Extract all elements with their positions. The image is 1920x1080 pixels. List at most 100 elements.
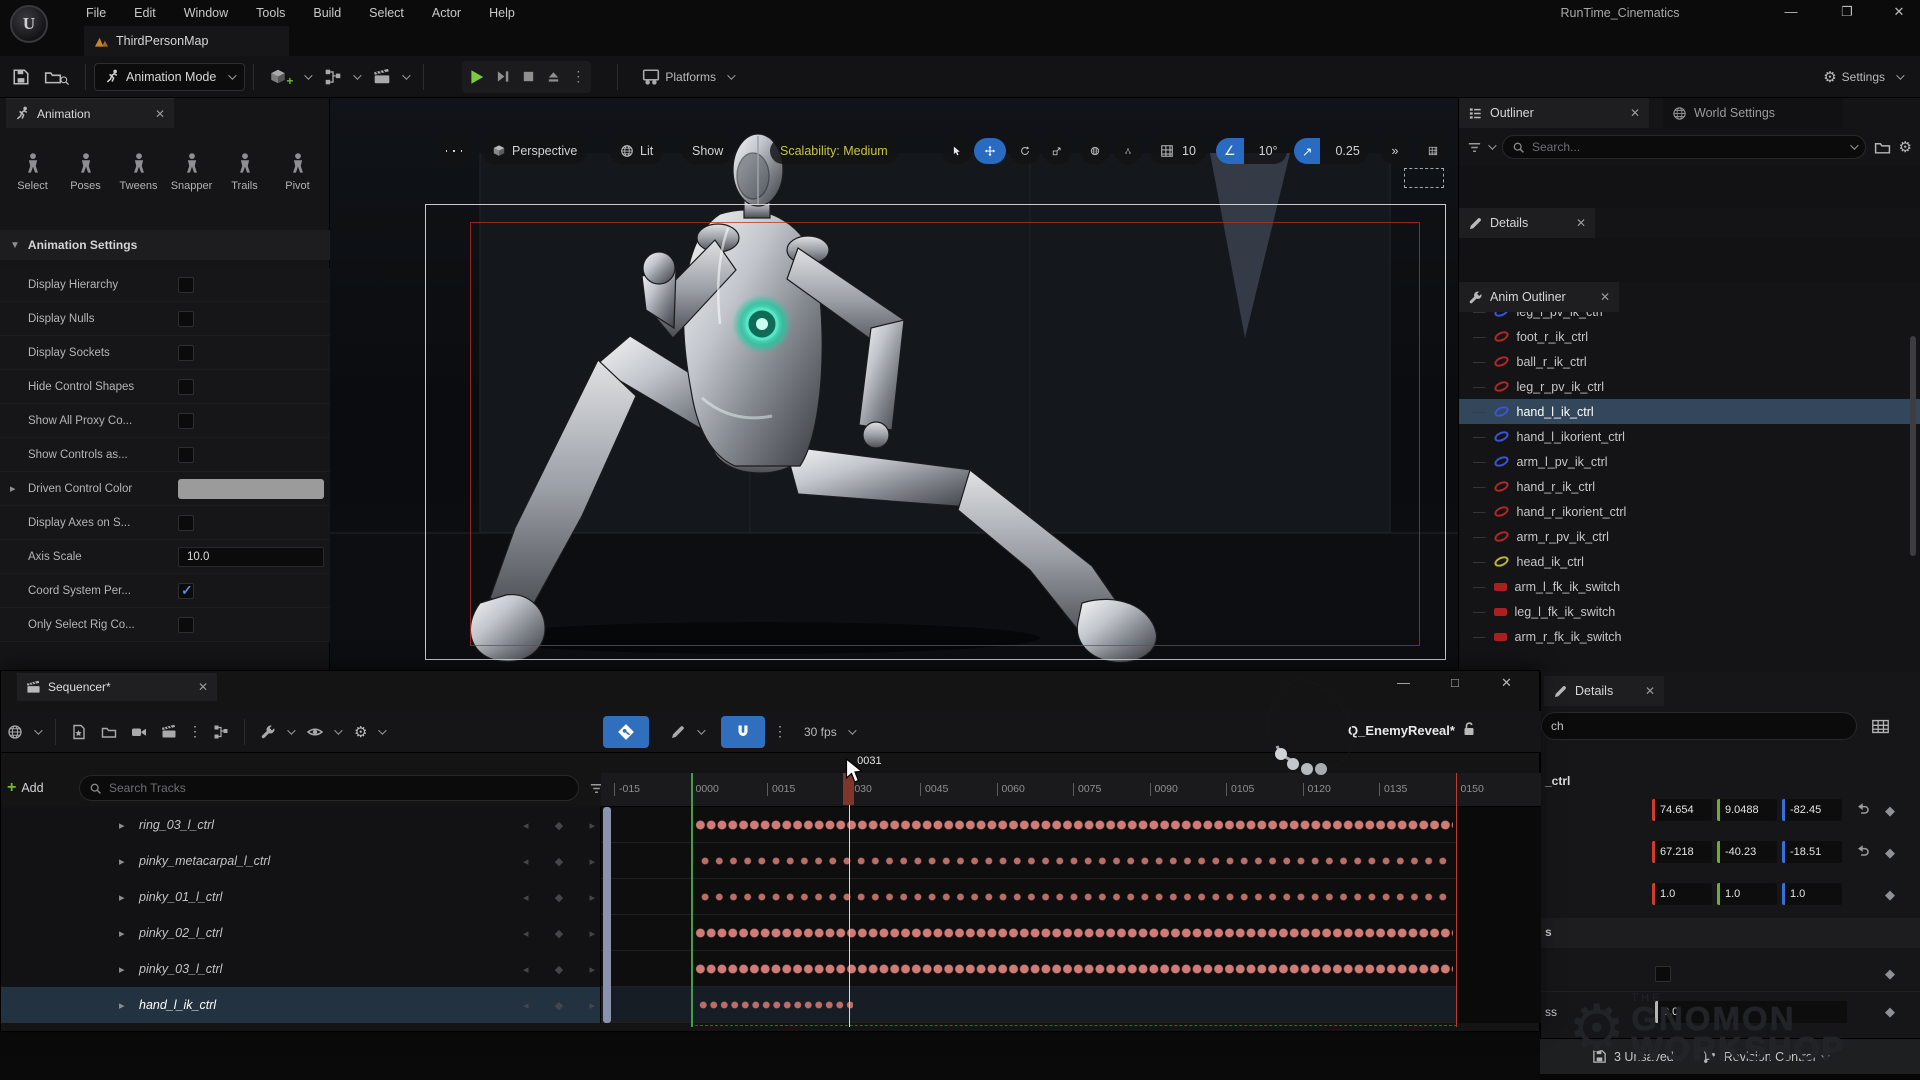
lock-open-icon[interactable] — [1461, 721, 1477, 737]
keyframe-diamond-icon[interactable]: ◆ — [1885, 887, 1895, 903]
anim-outliner-item[interactable]: —head_ik_ctrl — [1459, 549, 1920, 574]
anim-outliner-item[interactable]: —ball_r_ik_ctrl — [1459, 349, 1920, 374]
setting-checkbox[interactable] — [178, 515, 194, 531]
keyframe-diamond-icon[interactable]: ◆ — [1885, 803, 1895, 819]
tab-world-settings[interactable]: World Settings — [1663, 98, 1843, 128]
keyframe-diamond-icon[interactable]: ◆ — [1885, 845, 1895, 861]
track-name-cell[interactable]: ▸pinky_01_l_ctrl◂◆▸ — [1, 879, 601, 915]
tool-pivot[interactable]: Pivot — [273, 142, 323, 220]
sequencer-maximize-button[interactable]: □ — [1451, 675, 1459, 690]
track-name-cell[interactable]: ▸ring_03_l_ctrl◂◆▸ — [1, 807, 601, 843]
close-icon[interactable]: ✕ — [155, 107, 165, 121]
playhead-line[interactable] — [849, 773, 850, 1027]
details-search-input[interactable]: ch — [1541, 712, 1857, 740]
revision-control-label[interactable]: Revision Control — [1724, 1050, 1816, 1064]
menu-help[interactable]: Help — [489, 6, 515, 20]
keyframe-dots[interactable] — [698, 886, 1449, 908]
menu-build[interactable]: Build — [313, 6, 341, 20]
axis-value-input[interactable]: 1.0 — [1652, 883, 1712, 905]
auto-key-button[interactable] — [603, 716, 649, 748]
next-key-icon[interactable]: ▸ — [589, 855, 595, 868]
sequencer-close-button[interactable]: ✕ — [1501, 675, 1512, 691]
axis-value-input[interactable]: 74.654 — [1652, 799, 1712, 821]
scale-snap-button[interactable]: ↗0.25 — [1294, 138, 1369, 164]
expand-arrow-icon[interactable]: ▸ — [119, 927, 125, 940]
play-button[interactable] — [468, 68, 486, 86]
surface-snap-button[interactable] — [1114, 138, 1142, 164]
browse-sequence-button[interactable] — [101, 724, 117, 740]
next-key-icon[interactable]: ▸ — [589, 819, 595, 832]
setting-checkbox[interactable] — [178, 345, 194, 361]
menu-window[interactable]: Window — [184, 6, 228, 20]
axis-value-input[interactable]: -82.45 — [1782, 799, 1842, 821]
add-actor-dropdown[interactable]: + — [269, 66, 310, 88]
breakout-button[interactable] — [213, 724, 229, 740]
outliner-search-input[interactable]: Search... — [1502, 135, 1866, 159]
track-scrollbar[interactable] — [603, 807, 611, 1023]
anim-outliner-scrollbar[interactable] — [1910, 336, 1916, 556]
rotation-snap-button[interactable]: ∠10° — [1216, 138, 1287, 164]
axis-value-input[interactable]: 1.0 — [1782, 883, 1842, 905]
display-grid-icon[interactable] — [1871, 717, 1890, 736]
snap-toggle-button[interactable] — [721, 716, 765, 748]
prev-key-icon[interactable]: ◂ — [523, 999, 529, 1012]
tools-dropdown[interactable] — [260, 724, 293, 740]
anim-outliner-item[interactable]: —hand_r_ik_ctrl — [1459, 474, 1920, 499]
track-row-pinky_01_l_ctrl[interactable]: ▸pinky_01_l_ctrl◂◆▸ — [1, 879, 1541, 915]
close-icon[interactable]: ✕ — [1600, 290, 1610, 304]
perspective-dropdown[interactable]: Perspective — [482, 138, 587, 164]
add-key-icon[interactable]: ◆ — [555, 891, 563, 904]
stop-button[interactable] — [521, 69, 536, 84]
outliner-settings-gear-icon[interactable]: ⚙ — [1899, 138, 1912, 156]
tool-trails[interactable]: Trails — [220, 142, 270, 220]
setting-checkbox[interactable] — [178, 311, 194, 327]
camera-button[interactable] — [131, 724, 147, 740]
axis-value-input[interactable]: -40.23 — [1717, 841, 1777, 863]
setting-checkbox[interactable] — [178, 277, 194, 293]
next-key-icon[interactable]: ▸ — [589, 927, 595, 940]
tool-snapper[interactable]: Snapper — [167, 142, 217, 220]
camera-speed-button[interactable]: » — [1380, 138, 1410, 164]
setting-checkbox[interactable] — [178, 379, 194, 395]
menu-file[interactable]: File — [86, 6, 106, 20]
unreal-logo-icon[interactable]: U — [10, 5, 48, 43]
anim-outliner-item[interactable]: —arm_r_pv_ik_ctrl — [1459, 524, 1920, 549]
maximize-button[interactable]: ❐ — [1832, 2, 1862, 22]
viewport-options-menu[interactable] — [436, 138, 472, 164]
keyframe-diamond-icon[interactable]: ◆ — [1885, 966, 1895, 982]
track-name-cell[interactable]: ▸pinky_metacarpal_l_ctrl◂◆▸ — [1, 843, 601, 879]
close-icon[interactable]: ✕ — [1645, 684, 1655, 698]
setting-checkbox[interactable] — [178, 583, 194, 599]
content-browser-button[interactable] — [44, 67, 70, 86]
save-button[interactable] — [12, 68, 30, 86]
cinematics-dropdown[interactable] — [373, 68, 408, 86]
menu-actor[interactable]: Actor — [432, 6, 461, 20]
keyframe-dots[interactable] — [698, 850, 1449, 872]
outliner-filter-icon[interactable] — [1467, 140, 1482, 155]
play-options-menu[interactable]: ⋮ — [571, 68, 585, 85]
details-checkbox[interactable] — [1655, 966, 1671, 982]
menu-edit[interactable]: Edit — [134, 6, 156, 20]
next-key-icon[interactable]: ▸ — [589, 891, 595, 904]
move-tool-button[interactable] — [974, 138, 1006, 164]
anim-outliner-item[interactable]: —hand_l_ik_ctrl — [1459, 399, 1920, 424]
snap-options-menu[interactable]: ⋮ — [773, 723, 787, 740]
prev-key-icon[interactable]: ◂ — [523, 963, 529, 976]
prev-key-icon[interactable]: ◂ — [523, 927, 529, 940]
anim-outliner-item[interactable]: —leg_l_pv_ik_ctrl — [1459, 312, 1920, 324]
anim-outliner-item[interactable]: —leg_l_fk_ik_switch — [1459, 599, 1920, 624]
add-track-button[interactable]: + Add — [7, 775, 44, 801]
sequencer-minimize-button[interactable]: — — [1397, 675, 1410, 690]
next-key-icon[interactable]: ▸ — [589, 999, 595, 1012]
blueprints-dropdown[interactable] — [324, 68, 359, 86]
sequence-browse-dropdown[interactable] — [7, 724, 40, 740]
next-key-icon[interactable]: ▸ — [589, 963, 595, 976]
details-section-header[interactable]: s — [1541, 918, 1920, 948]
expand-arrow-icon[interactable]: ▸ — [119, 891, 125, 904]
prev-key-icon[interactable]: ◂ — [523, 819, 529, 832]
sequencer-options-menu[interactable]: ⋮ — [188, 723, 202, 740]
keyframe-dots[interactable] — [695, 814, 1453, 836]
grid-snap-button[interactable]: 10 — [1150, 138, 1206, 164]
minimize-button[interactable]: — — [1776, 2, 1806, 22]
new-folder-icon[interactable] — [1874, 139, 1891, 156]
